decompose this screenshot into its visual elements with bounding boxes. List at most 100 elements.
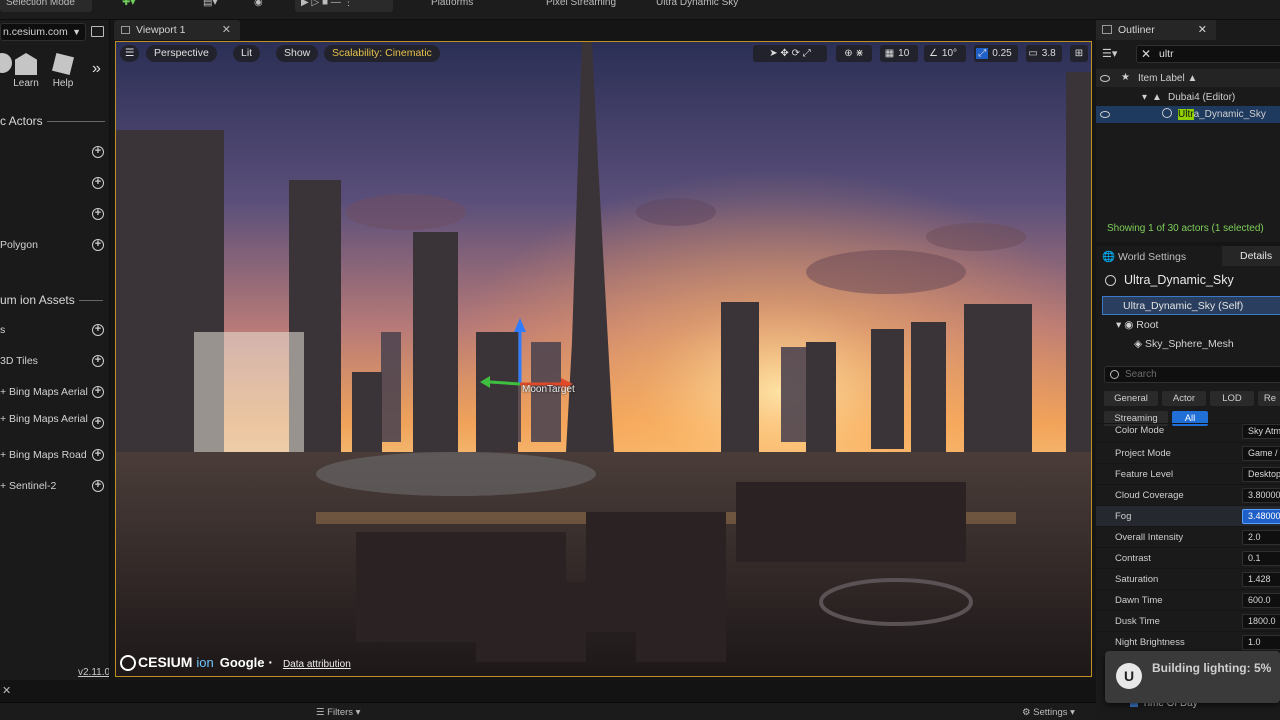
quick-button-help[interactable]: Help [50, 53, 76, 89]
add-icon[interactable]: + [92, 480, 104, 492]
add-icon[interactable]: + [92, 324, 104, 336]
quick-button-cesium[interactable] [0, 53, 12, 76]
filter-tab-rendering[interactable]: Re [1258, 391, 1280, 406]
expand-arrow-icon[interactable]: ▾ [1142, 92, 1147, 103]
gizmo-target-label: MoonTarget [522, 384, 575, 395]
section-basic-actors: c Actors [0, 114, 105, 128]
outliner-row-ultra-dynamic-sky[interactable]: Ultra_Dynamic_Sky [1096, 106, 1280, 123]
data-attribution-link[interactable]: Data attribution [283, 659, 351, 670]
pixel-streaming-dropdown[interactable]: Pixel Streaming [540, 0, 630, 12]
add-icon[interactable]: + [92, 177, 104, 189]
outliner-search-input[interactable]: ✕ ultr [1136, 45, 1280, 63]
component-self-row[interactable]: Ultra_Dynamic_Sky (Self) [1102, 296, 1280, 315]
visibility-icon [1100, 75, 1110, 82]
outliner-row-world[interactable]: ▾ ▲ Dubai4 (Editor) [1096, 89, 1280, 106]
filter-icon[interactable]: ☰▾ [1102, 47, 1117, 60]
property-dawn-time: Dawn Time 600.0 [1096, 589, 1280, 610]
plugin-version[interactable]: v2.11.0 [78, 667, 109, 678]
scalability-warning[interactable]: Scalability: Cinematic [324, 45, 440, 62]
details-search-input[interactable]: Search [1104, 366, 1280, 383]
bottom-drawer: ✕ ☰ Filters ▾ ⚙ Settings ▾ [0, 680, 1096, 720]
platforms-dropdown[interactable]: Platforms [425, 0, 515, 12]
item-label-header[interactable]: Item Label ▲ [1138, 73, 1197, 84]
show-label: Show [284, 47, 311, 59]
add-icon[interactable]: + [92, 449, 104, 461]
tab-viewport-1[interactable]: Viewport 1 ✕ [114, 20, 240, 40]
outliner-header: ★ Item Label ▲ [1096, 69, 1280, 87]
lit-mode-button[interactable]: Lit [233, 45, 261, 62]
tab-outliner[interactable]: Outliner ✕ [1096, 20, 1216, 40]
basic-actor-item[interactable]: + [0, 173, 109, 195]
ion-asset-item[interactable]: + Sentinel-2 + [0, 476, 109, 498]
close-icon[interactable]: ✕ [1198, 23, 1207, 36]
toast-percent: 5% [1253, 661, 1272, 675]
add-icon[interactable]: + [92, 146, 104, 158]
tab-details[interactable]: Details [1222, 246, 1280, 266]
filters-dropdown[interactable]: ☰ Filters ▾ [316, 707, 360, 718]
selection-mode-dropdown[interactable]: Selection Mode [0, 0, 92, 12]
angle-icon: ∠ [928, 48, 938, 59]
ion-asset-item[interactable]: 3D Tiles + [0, 351, 109, 373]
viewport-layout-icon[interactable]: ⊞ [1070, 45, 1088, 62]
component-root[interactable]: ▾ ◉ Root [1116, 319, 1158, 331]
ion-server-url: n.cesium.com [3, 26, 68, 38]
help-icon [52, 53, 74, 75]
cesium-attribution: CESIUM ion Google · Data attribution [120, 654, 351, 672]
close-icon[interactable]: ✕ [2, 684, 11, 697]
basic-actor-item-polygon[interactable]: Polygon + [0, 235, 109, 257]
add-icon[interactable]: + [92, 355, 104, 367]
grid-snap-toggle[interactable]: ▦ 10 [880, 45, 918, 62]
coordinate-space-icon[interactable]: ⊕ ⋇ [836, 45, 872, 62]
visibility-icon[interactable] [1100, 111, 1110, 118]
add-icon[interactable]: + [92, 386, 104, 398]
settings-dropdown[interactable]: ⚙ Settings ▾ [1022, 707, 1075, 718]
add-actor-icon[interactable]: ✚▾ [116, 0, 146, 12]
add-icon[interactable]: + [92, 239, 104, 251]
show-button[interactable]: Show [276, 45, 319, 62]
viewport-options-icon[interactable]: ☰ [120, 45, 140, 62]
ion-asset-item[interactable]: s + [0, 320, 109, 342]
scale-snap-toggle[interactable]: ⤢ 0.25 [974, 45, 1018, 62]
level-viewport[interactable]: ☰ Perspective Lit Show Scalability: Cine… [115, 41, 1092, 677]
chevron-down-icon: ▼ [72, 27, 81, 37]
blueprint-icon[interactable]: ▤▾ [197, 0, 231, 12]
main-toolbar: Selection Mode ✚▾ ▤▾ ◉ ▶ ▷ ■ — ⋮ Platfor… [0, 0, 1280, 20]
filter-tab-general[interactable]: General [1104, 391, 1158, 406]
section-ion-assets: um ion Assets [0, 293, 103, 307]
unreal-logo-icon: U [1116, 663, 1142, 689]
clear-search-icon[interactable]: ✕ [1141, 47, 1151, 61]
transform-tools[interactable]: ➤ ✥ ⟳ ⤢ [753, 45, 827, 62]
close-icon[interactable]: ✕ [222, 23, 231, 36]
ultra-dynamic-sky-dropdown[interactable]: Ultra Dynamic Sky [650, 0, 760, 12]
learn-icon [15, 53, 37, 75]
ion-asset-item[interactable]: + Bing Maps Aerial + [0, 382, 109, 404]
viewport-icon [121, 26, 130, 34]
add-icon[interactable]: + [92, 417, 104, 429]
camera-speed-button[interactable]: ▭ 3.8 [1026, 45, 1062, 62]
property-cloud-coverage: Cloud Coverage3.800000 [1096, 484, 1280, 505]
filter-tab-lod[interactable]: LOD [1210, 391, 1254, 406]
basic-actor-item[interactable]: + [0, 142, 109, 164]
ion-asset-item[interactable]: + Bing Maps Road + [0, 445, 109, 467]
google-logo: Google [219, 655, 265, 670]
expand-chevron-icon[interactable]: » [92, 60, 101, 78]
toast-message: Building lighting: [1152, 661, 1251, 675]
rotation-snap-toggle[interactable]: ∠ 10° [924, 45, 966, 62]
perspective-label: Perspective [154, 47, 209, 59]
ion-server-dropdown[interactable]: n.cesium.com ▼ [0, 23, 86, 41]
component-sky-sphere-mesh[interactable]: ◈ Sky_Sphere_Mesh [1134, 338, 1234, 350]
tab-world-settings[interactable]: 🌐 World Settings [1102, 250, 1186, 263]
filter-tab-actor[interactable]: Actor [1162, 391, 1206, 406]
actor-icon [1105, 275, 1116, 286]
cesium-panel: n.cesium.com ▼ Learn Help » c Actors + +… [0, 20, 110, 680]
ion-asset-item[interactable]: + Bing Maps Aerial + [0, 409, 109, 439]
basic-actor-item[interactable]: + [0, 204, 109, 226]
cinematics-icon[interactable]: ◉ [248, 0, 268, 12]
folder-icon[interactable] [91, 26, 104, 37]
scalability-label: Scalability: Cinematic [332, 47, 432, 59]
add-icon[interactable]: + [92, 208, 104, 220]
details-panel: 🌐 World Settings Details Ultra_Dynamic_S… [1096, 246, 1280, 720]
play-controls[interactable]: ▶ ▷ ■ — ⋮ [295, 0, 393, 12]
perspective-button[interactable]: Perspective [146, 45, 217, 62]
quick-button-learn[interactable]: Learn [12, 53, 40, 89]
